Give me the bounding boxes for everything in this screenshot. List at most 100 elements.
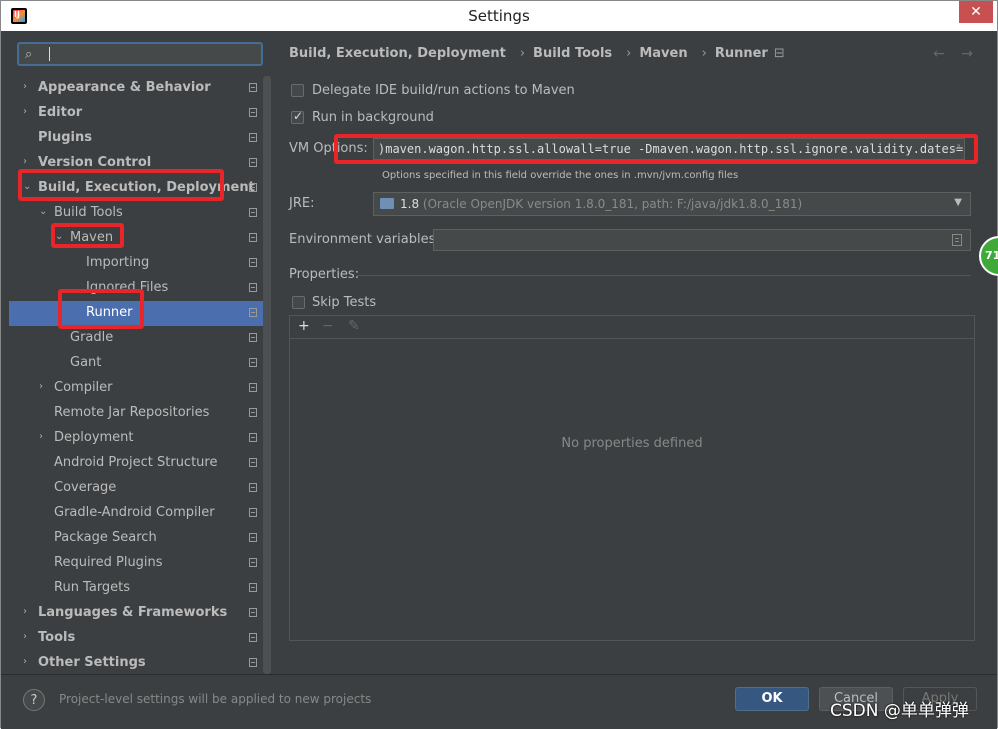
sidebar-item-label: Build, Execution, Deployment: [38, 180, 255, 195]
sidebar-item[interactable]: Runner: [9, 301, 263, 326]
project-scope-icon: [249, 258, 257, 267]
run-in-background-label: Run in background: [312, 110, 434, 125]
sidebar-item[interactable]: ⌄ Build Tools: [9, 201, 263, 226]
delegate-checkbox[interactable]: [291, 84, 304, 97]
breadcrumb-item: Maven: [639, 46, 688, 61]
chevron-right-icon[interactable]: ›: [23, 81, 27, 92]
project-scope-icon: [249, 608, 257, 617]
sidebar-item[interactable]: Gant: [9, 351, 263, 376]
sidebar-item[interactable]: › Compiler: [9, 376, 263, 401]
sidebar-item[interactable]: Package Search: [9, 526, 263, 551]
project-scope-icon: [249, 408, 257, 417]
project-scope-icon: [249, 133, 257, 142]
project-scope-icon: [249, 483, 257, 492]
back-arrow-icon[interactable]: ←: [933, 46, 945, 62]
project-scope-icon: [249, 558, 257, 567]
project-scope-icon: [249, 83, 257, 92]
sidebar-item[interactable]: Gradle: [9, 326, 263, 351]
project-scope-icon: [249, 583, 257, 592]
project-scope-icon: [249, 183, 257, 192]
chevron-down-icon[interactable]: ⌄: [39, 206, 47, 217]
chevron-right-icon: ›: [519, 46, 526, 61]
chevron-right-icon[interactable]: ›: [23, 106, 27, 117]
sidebar-item[interactable]: › Deployment: [9, 426, 263, 451]
chevron-right-icon[interactable]: ›: [39, 431, 43, 442]
project-scope-icon: [249, 108, 257, 117]
sidebar-item[interactable]: Coverage: [9, 476, 263, 501]
sidebar-item[interactable]: Android Project Structure: [9, 451, 263, 476]
sidebar-item[interactable]: Run Targets: [9, 576, 263, 601]
sidebar-item-label: Runner: [86, 305, 133, 320]
sidebar-item[interactable]: Required Plugins: [9, 551, 263, 576]
sidebar-item-label: Coverage: [54, 480, 117, 495]
sidebar-item-label: Gradle-Android Compiler: [54, 505, 215, 520]
add-icon[interactable]: +: [298, 318, 310, 334]
project-scope-icon: [249, 308, 257, 317]
nav-arrows: ← →: [921, 46, 973, 62]
sidebar-item-label: Importing: [86, 255, 150, 270]
sidebar-item[interactable]: › Version Control: [9, 151, 263, 176]
sidebar-item-label: Tools: [38, 630, 76, 645]
sidebar-item-label: Editor: [38, 105, 83, 120]
sidebar-item-label: Appearance & Behavior: [38, 80, 211, 95]
project-scope-icon: [249, 633, 257, 642]
chevron-right-icon: ›: [701, 46, 707, 61]
project-scope-icon: ⊟: [773, 46, 785, 61]
vm-options-value: )maven.wagon.http.ssl.allowall=true -Dma…: [378, 142, 964, 156]
properties-table: + − ✎ No properties defined: [289, 315, 975, 641]
skip-tests-label: Skip Tests: [312, 295, 377, 310]
sidebar-item-label: Other Settings: [38, 655, 146, 670]
skip-tests-checkbox[interactable]: [292, 296, 305, 309]
vm-options-input[interactable]: )maven.wagon.http.ssl.allowall=true -Dma…: [373, 138, 965, 160]
chevron-down-icon[interactable]: ⌄: [23, 181, 31, 192]
sidebar-item[interactable]: Remote Jar Repositories: [9, 401, 263, 426]
window-title: Settings: [468, 7, 530, 25]
sidebar-item[interactable]: › Editor: [9, 101, 263, 126]
chevron-right-icon[interactable]: ›: [23, 631, 27, 642]
project-scope-icon: [249, 383, 257, 392]
chevron-right-icon[interactable]: ›: [23, 156, 27, 167]
project-scope-icon: [249, 233, 257, 242]
sidebar-item[interactable]: › Appearance & Behavior: [9, 76, 263, 101]
sidebar-item[interactable]: ⌄ Maven: [9, 226, 263, 251]
help-button[interactable]: ?: [23, 689, 45, 711]
environment-variables-input[interactable]: [433, 229, 971, 251]
close-button[interactable]: ✕: [959, 1, 993, 23]
chevron-right-icon[interactable]: ›: [39, 381, 43, 392]
sidebar-item-label: Gant: [70, 355, 102, 370]
browse-icon[interactable]: [952, 234, 962, 246]
settings-search-input[interactable]: ⌕: [17, 42, 263, 66]
sidebar-item[interactable]: ⌄ Build, Execution, Deployment: [9, 176, 263, 201]
ok-button[interactable]: OK: [735, 687, 809, 711]
sidebar-item[interactable]: Gradle-Android Compiler: [9, 501, 263, 526]
chevron-down-icon: ▼: [954, 197, 962, 208]
runner-settings-panel: Build, Execution, Deployment › Build Tools…: [271, 32, 991, 674]
sidebar-item-label: Android Project Structure: [54, 455, 218, 470]
chevron-right-icon[interactable]: ›: [23, 656, 27, 667]
sidebar-item[interactable]: › Tools: [9, 626, 263, 651]
remove-icon[interactable]: −: [322, 318, 334, 334]
sidebar-item-label: Deployment: [54, 430, 134, 445]
breadcrumb-item: Build, Execution, Deployment: [289, 46, 506, 61]
chevron-right-icon[interactable]: ›: [23, 606, 27, 617]
text-caret: [49, 47, 50, 61]
expand-icon[interactable]: ⤢: [951, 142, 960, 156]
run-in-background-checkbox[interactable]: [291, 109, 304, 124]
project-scope-icon: [249, 433, 257, 442]
sidebar-item[interactable]: Ignored Files: [9, 276, 263, 301]
chevron-down-icon[interactable]: ⌄: [55, 231, 63, 242]
sidebar-item-label: Version Control: [38, 155, 152, 170]
settings-sidebar: ⌕ › Appearance & Behavior › Editor Plugins › V…: [9, 32, 271, 674]
environment-variables-label: Environment variables:: [289, 232, 440, 247]
sidebar-item[interactable]: Plugins: [9, 126, 263, 151]
forward-arrow-icon[interactable]: →: [961, 46, 973, 62]
sidebar-scrollbar[interactable]: [263, 76, 271, 674]
edit-icon[interactable]: ✎: [348, 318, 360, 334]
project-scope-icon: [249, 358, 257, 367]
sidebar-item[interactable]: › Other Settings: [9, 651, 263, 676]
jre-select[interactable]: 1.8 (Oracle OpenJDK version 1.8.0_181, p…: [373, 192, 971, 216]
sidebar-item-label: Maven: [70, 230, 114, 245]
sidebar-item[interactable]: Importing: [9, 251, 263, 276]
sidebar-item-label: Compiler: [54, 380, 113, 395]
sidebar-item[interactable]: › Languages & Frameworks: [9, 601, 263, 626]
